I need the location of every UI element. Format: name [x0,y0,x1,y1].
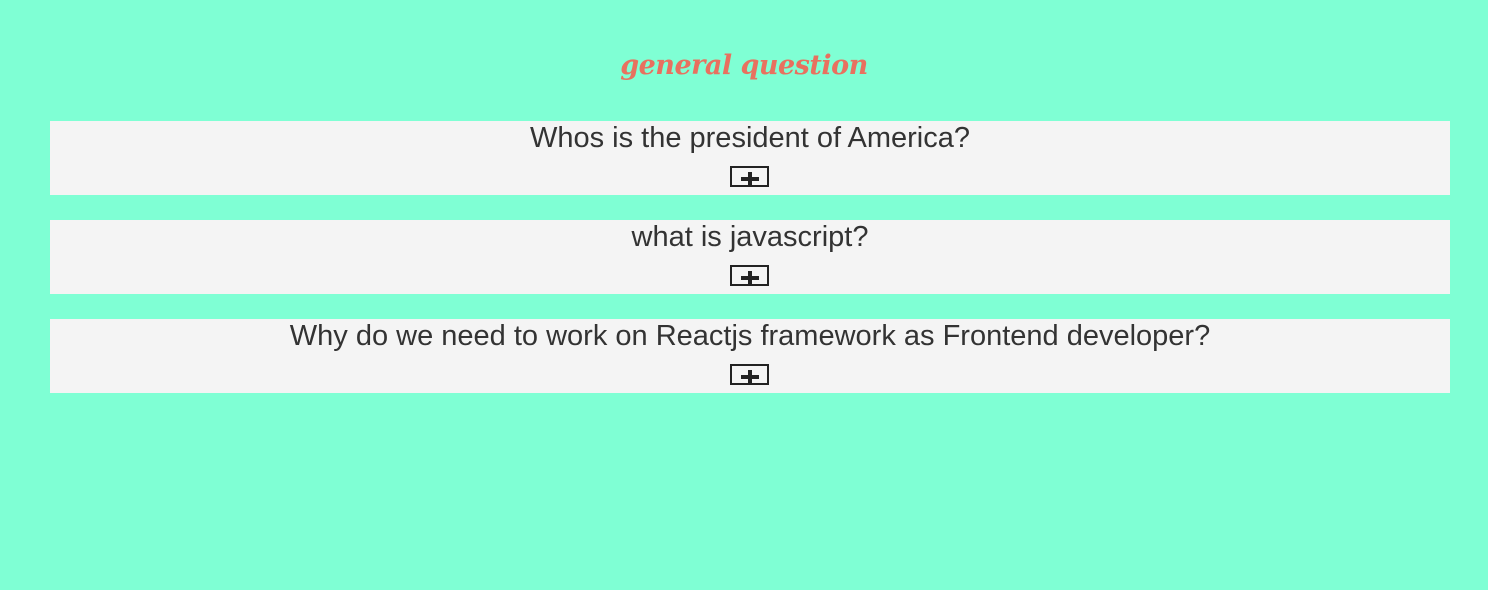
faq-question: what is javascript? [631,221,869,253]
faq-item: Whos is the president of America? [50,121,1450,195]
expand-toggle-button[interactable] [730,364,769,385]
faq-question: Why do we need to work on Reactjs framew… [289,320,1211,352]
page-title: general question [620,50,868,82]
expand-toggle-button[interactable] [730,265,769,286]
plus-icon [741,170,759,186]
faq-item: what is javascript? [50,220,1450,294]
plus-icon [741,269,759,285]
expand-toggle-button[interactable] [730,166,769,187]
plus-icon [741,368,759,384]
faq-item: Why do we need to work on Reactjs framew… [50,319,1450,393]
faq-question: Whos is the president of America? [529,122,971,154]
